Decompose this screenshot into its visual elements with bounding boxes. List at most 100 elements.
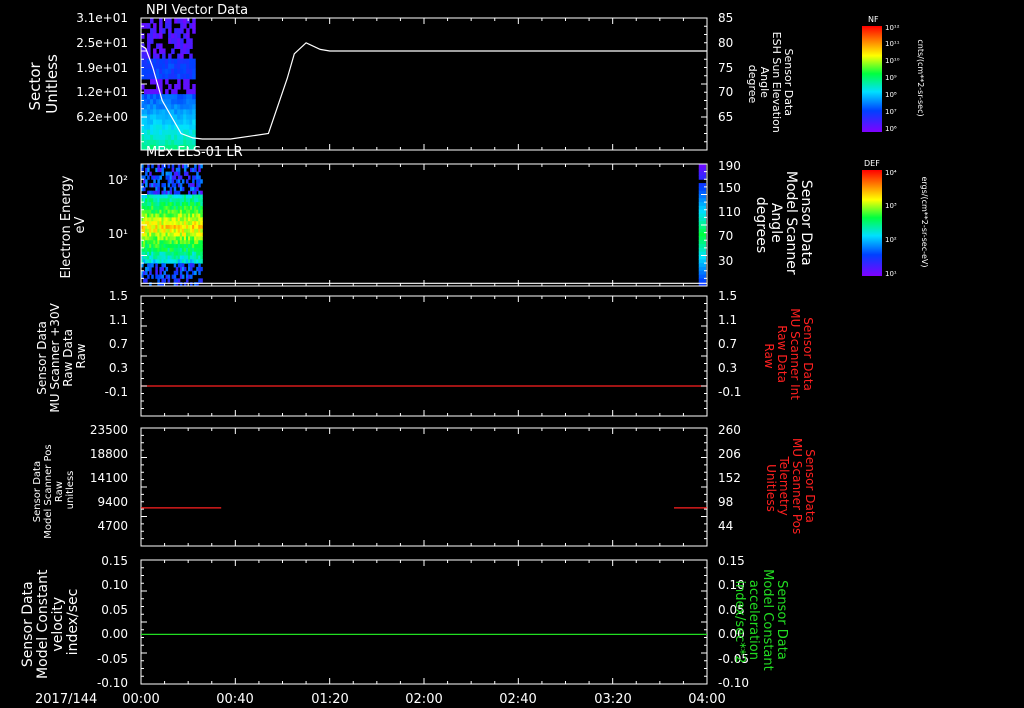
spectrogram-cell [147, 73, 151, 80]
spectrogram-cell [153, 104, 157, 110]
spectrogram-cell [157, 164, 160, 169]
spectrogram-cell [189, 114, 193, 121]
spectrogram-cell [183, 18, 187, 24]
spectrogram-cell [192, 99, 196, 105]
spectrogram-cell [153, 48, 157, 55]
spectrogram-cell [141, 84, 145, 90]
spectrogram-cell [698, 270, 706, 276]
spectrogram-cell [179, 270, 183, 276]
spectrogram-cell [174, 58, 178, 65]
spectrogram-cell [169, 190, 173, 195]
spectrogram-cell [175, 270, 179, 276]
spectrogram-cell [177, 53, 181, 60]
npi-right-tick: 80 [718, 36, 733, 50]
spectrogram-cell [186, 28, 190, 34]
npi-left-tick: 1.9e+01 [76, 61, 128, 75]
spectrogram-cell [150, 99, 154, 105]
spectrogram-cell [186, 33, 190, 39]
spectrogram-cell [157, 183, 160, 188]
panel-npi: NPI Vector Data 3.1e+01 2.5e+01 1.9e+01 … [26, 3, 795, 151]
spectrogram-cell [186, 78, 190, 85]
model-constant-left-tick: 0.10 [101, 578, 128, 592]
time-tick-label: 02:00 [405, 692, 442, 707]
spectrogram-cell [159, 175, 162, 180]
spectrogram-cell [144, 104, 148, 110]
scanner-pos-right-tick: 44 [718, 519, 733, 533]
spectrogram-cell [200, 225, 203, 230]
npi-right-tick: 70 [718, 85, 733, 99]
spectrogram-cell [200, 209, 203, 215]
spectrogram-cell [153, 89, 157, 95]
spectrogram-cell [165, 89, 169, 95]
spectrogram-cell [145, 278, 148, 283]
spectrogram-cell [150, 78, 154, 85]
spectrogram-cell [200, 247, 203, 253]
spectrogram-cell [147, 89, 151, 95]
spectrogram-cell [177, 114, 181, 121]
spectrogram-cell [177, 78, 181, 85]
spectrogram-cell [698, 232, 706, 237]
colorbar-nf: NF 10¹² 10¹¹ 10¹⁰ 10⁹ 10⁸ 10⁷ 10⁶ cnts/(… [862, 15, 925, 133]
spectrogram-cell [144, 119, 148, 126]
panel-npi-title: NPI Vector Data [146, 3, 248, 18]
mu-raw-right-tick: 1.1 [718, 313, 737, 327]
spectrogram-cell [150, 38, 154, 44]
els-right-tick: 110 [718, 205, 741, 219]
spectrogram-cell [147, 38, 151, 44]
spectrogram-cell [194, 270, 197, 276]
spectrogram-cell [168, 84, 172, 90]
spectrogram-cell [162, 48, 166, 55]
spectrogram-cell [159, 78, 163, 85]
spectrogram-cell [698, 186, 706, 192]
spectrogram-cell [150, 33, 154, 39]
spectrogram-cell [147, 134, 151, 141]
spectrogram-cell [185, 278, 189, 283]
spectrogram-cell [179, 175, 183, 180]
spectrogram-cell [162, 68, 166, 75]
spectrogram-cell [190, 274, 193, 279]
spectrogram-cell [194, 164, 197, 169]
spectrogram-cell [181, 186, 185, 192]
spectrogram-cell [144, 109, 148, 115]
spectrogram-cell [141, 73, 145, 80]
spectrogram-cell [189, 94, 193, 100]
spectrogram-cell [167, 278, 171, 283]
spectrogram-cell [192, 119, 196, 126]
spectrogram-cell [163, 183, 167, 188]
spectrogram-cell [183, 73, 187, 80]
spectrogram-cell [156, 129, 160, 136]
spectrogram-cell [169, 186, 173, 192]
spectrogram-cell [198, 183, 201, 188]
spectrogram-cell [144, 23, 148, 29]
colorbar-nf-label: cnts/(cm**2-sr-sec) [916, 39, 925, 116]
spectrogram-cell [147, 104, 151, 110]
spectrogram-cell [180, 53, 184, 60]
scanner-pos-right-tick: 98 [718, 495, 733, 509]
spectrogram-cell [171, 94, 175, 100]
spectrogram-cell [147, 274, 150, 279]
spectrogram-cell [189, 104, 193, 110]
els-left-axis-label: Electron Energy eV [59, 171, 88, 278]
els-right-tick: 30 [718, 254, 733, 268]
spectrogram-cell [151, 263, 154, 268]
colorbar-def: DEF 10⁴ 10³ 10² 10¹ ergs/(cm**2-sr-sec-e… [862, 159, 929, 278]
spectrogram-cell [167, 183, 171, 188]
spectrogram-cell [200, 266, 203, 272]
spectrogram-cell [147, 43, 151, 49]
spectrogram-cell [698, 278, 706, 283]
mu-raw-left-axis-label: Sensor Data MU Scanner +30V Raw Data Raw [35, 299, 88, 412]
spectrogram-cell [200, 278, 203, 283]
spectrogram-cell [159, 270, 162, 276]
spectrogram-cell [159, 119, 163, 126]
spectrogram-cell [156, 68, 160, 75]
colorbar-nf-tick: 10⁸ [885, 91, 897, 99]
spectrogram-cell [149, 266, 152, 272]
model-constant-left-tick: 0.15 [101, 554, 128, 568]
spectrogram-cell [173, 175, 177, 180]
spectrogram-cell [150, 73, 154, 80]
spectrogram-cell [159, 129, 163, 136]
spectrogram-cell [177, 109, 181, 115]
spectrogram-cell [177, 58, 181, 65]
spectrogram-cell [141, 53, 145, 60]
spectrogram-cell [181, 179, 185, 184]
